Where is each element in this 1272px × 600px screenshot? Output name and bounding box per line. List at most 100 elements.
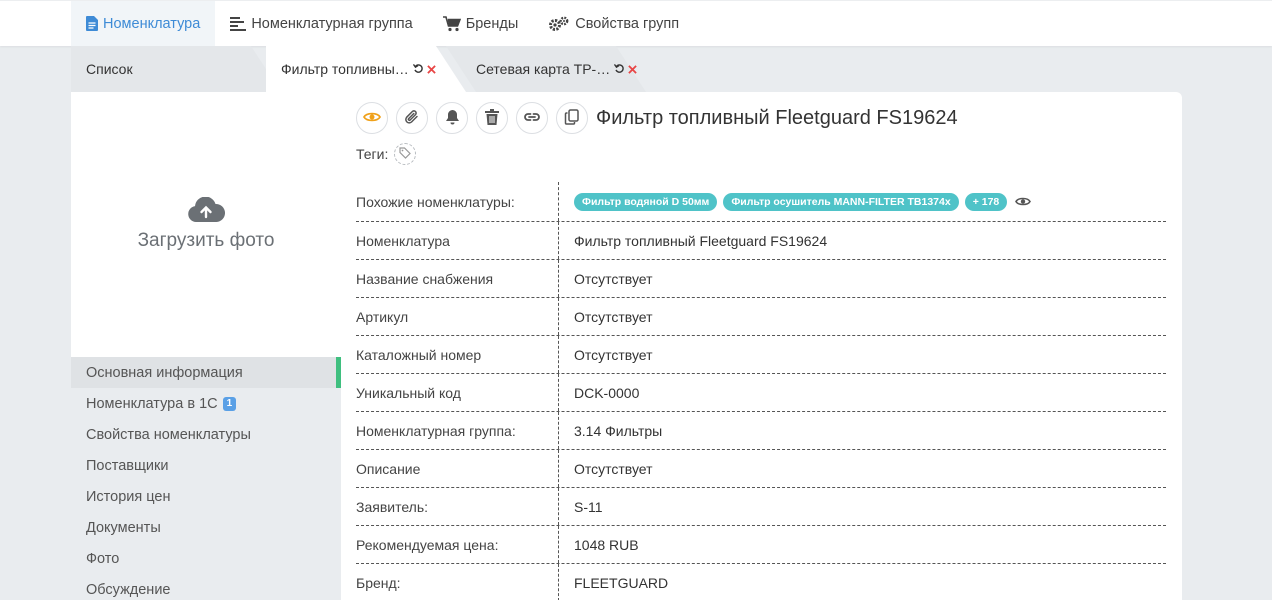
menu-item-photo[interactable]: Фото xyxy=(71,543,341,574)
property-value: S-11 xyxy=(574,498,603,515)
reload-icon[interactable] xyxy=(614,62,625,77)
property-row: Название снабжения Отсутствует xyxy=(356,260,1166,298)
copy-icon xyxy=(564,108,580,128)
nomenclature-card: Загрузить фото Основная информация Номен… xyxy=(71,92,1182,600)
property-row: Рекомендуемая цена: 1048 RUB xyxy=(356,526,1166,564)
property-key: Бренд: xyxy=(356,564,559,600)
eye-icon[interactable] xyxy=(1015,196,1032,207)
property-value: FLEETGUARD xyxy=(574,574,669,591)
delete-button[interactable] xyxy=(476,102,508,134)
menu-item-nomenclature-properties[interactable]: Свойства номенклатуры xyxy=(71,419,341,450)
property-row: Номенклатура Фильтр топливный Fleetguard… xyxy=(356,222,1166,260)
property-value: 3.14 Фильтры xyxy=(574,422,663,439)
property-key: Описание xyxy=(356,450,559,487)
menu-item-main-info[interactable]: Основная информация xyxy=(71,357,341,388)
topnav-nomenclature[interactable]: Номенклатура xyxy=(71,1,216,46)
property-value: DCK-0000 xyxy=(574,384,640,401)
property-key: Название снабжения xyxy=(356,260,559,297)
similar-chip[interactable]: Фильтр водяной D 50мм xyxy=(574,192,718,211)
menu-item-discussion[interactable]: Обсуждение xyxy=(71,574,341,600)
similar-chips: Фильтр водяной D 50мм Фильтр осушитель M… xyxy=(574,182,1166,221)
property-key: Заявитель: xyxy=(356,488,559,525)
property-key: Похожие номенклатуры: xyxy=(356,182,559,221)
paperclip-icon xyxy=(404,109,420,128)
menu-item-label: История цен xyxy=(86,488,171,505)
menu-item-documents[interactable]: Документы xyxy=(71,512,341,543)
property-row: Бренд: FLEETGUARD xyxy=(356,564,1166,600)
topnav-label: Свойства групп xyxy=(575,15,680,32)
upload-photo-button[interactable]: Загрузить фото xyxy=(71,92,341,357)
notify-button[interactable] xyxy=(436,102,468,134)
count-badge: 1 xyxy=(222,396,237,411)
tab-list[interactable]: Список xyxy=(71,46,281,92)
property-key: Каталожный номер xyxy=(356,336,559,373)
topnav-nomenclature-group[interactable]: Номенклатурная группа xyxy=(215,1,427,46)
menu-item-price-history[interactable]: История цен xyxy=(71,481,341,512)
reload-icon[interactable] xyxy=(412,62,424,77)
menu-item-label: Обсуждение xyxy=(86,581,171,598)
copy-button[interactable] xyxy=(556,102,588,134)
property-value: Отсутствует xyxy=(574,270,653,287)
property-value: 1048 RUB xyxy=(574,536,639,553)
topnav-brands[interactable]: Бренды xyxy=(428,1,534,46)
property-key: Рекомендуемая цена: xyxy=(356,526,559,563)
property-key: Номенклатурная группа: xyxy=(356,412,559,449)
upload-photo-label: Загрузить фото xyxy=(137,230,275,251)
topnav-label: Номенклатура xyxy=(103,15,201,32)
property-row-similar: Похожие номенклатуры: Фильтр водяной D 5… xyxy=(356,182,1166,222)
top-navigation-bar: Номенклатура Номенклатурная группа Бренд… xyxy=(0,0,1272,46)
cart-icon xyxy=(442,15,461,32)
property-value: Отсутствует xyxy=(574,346,653,363)
menu-item-label: Номенклатура в 1С xyxy=(86,395,218,412)
tags-label: Теги: xyxy=(356,146,389,162)
property-row: Каталожный номер Отсутствует xyxy=(356,336,1166,374)
cloud-upload-icon xyxy=(187,196,226,226)
document-icon xyxy=(86,16,98,31)
property-row: Уникальный код DCK-0000 xyxy=(356,374,1166,412)
tab-label: Фильтр топливны… xyxy=(281,61,409,77)
link-button[interactable] xyxy=(516,102,548,134)
property-value: Фильтр топливный Fleetguard FS19624 xyxy=(574,232,828,249)
tab-network-card[interactable]: Сетевая карта ТР-… xyxy=(461,46,661,92)
top-nav: Номенклатура Номенклатурная группа Бренд… xyxy=(71,1,694,46)
eye-button[interactable] xyxy=(356,102,388,134)
property-value: Отсутствует xyxy=(574,308,653,325)
gears-icon xyxy=(548,16,570,32)
property-row: Артикул Отсутствует xyxy=(356,298,1166,336)
property-key: Номенклатура xyxy=(356,222,559,259)
tab-fuel-filter[interactable]: Фильтр топливны… xyxy=(266,46,476,92)
tags-row: Теги: xyxy=(356,143,417,165)
similar-chip[interactable]: Фильтр осушитель MANN-FILTER TB1374x xyxy=(723,192,959,211)
topnav-group-properties[interactable]: Свойства групп xyxy=(533,1,694,46)
topnav-label: Номенклатурная группа xyxy=(251,15,413,32)
tag-icon xyxy=(399,146,412,162)
eye-icon xyxy=(362,110,382,126)
menu-item-label: Основная информация xyxy=(86,364,243,381)
menu-item-suppliers[interactable]: Поставщики xyxy=(71,450,341,481)
menu-item-label: Документы xyxy=(86,519,161,536)
link-icon xyxy=(523,110,541,126)
tab-label: Сетевая карта ТР-… xyxy=(476,61,611,77)
tab-label: Список xyxy=(86,61,133,77)
list-icon xyxy=(230,16,247,31)
left-column: Загрузить фото Основная информация Номен… xyxy=(71,92,341,600)
property-key: Артикул xyxy=(356,298,559,335)
trash-icon xyxy=(485,108,499,128)
more-similar-chip[interactable]: + 178 xyxy=(964,192,1008,211)
menu-item-nomenclature-1c[interactable]: Номенклатура в 1С 1 xyxy=(71,388,341,419)
menu-item-label: Фото xyxy=(86,550,120,567)
property-row: Заявитель: S-11 xyxy=(356,488,1166,526)
property-key: Уникальный код xyxy=(356,374,559,411)
close-icon[interactable] xyxy=(628,61,637,77)
property-row: Описание Отсутствует xyxy=(356,450,1166,488)
action-toolbar xyxy=(356,102,596,134)
close-icon[interactable] xyxy=(427,61,436,77)
property-value: Отсутствует xyxy=(574,460,653,477)
menu-item-label: Свойства номенклатуры xyxy=(86,426,251,443)
attach-button[interactable] xyxy=(396,102,428,134)
properties-table: Похожие номенклатуры: Фильтр водяной D 5… xyxy=(356,182,1166,600)
page-title: Фильтр топливный Fleetguard FS19624 xyxy=(596,107,958,129)
bell-icon xyxy=(445,109,460,128)
property-row: Номенклатурная группа: 3.14 Фильтры xyxy=(356,412,1166,450)
add-tag-button[interactable] xyxy=(394,143,417,165)
